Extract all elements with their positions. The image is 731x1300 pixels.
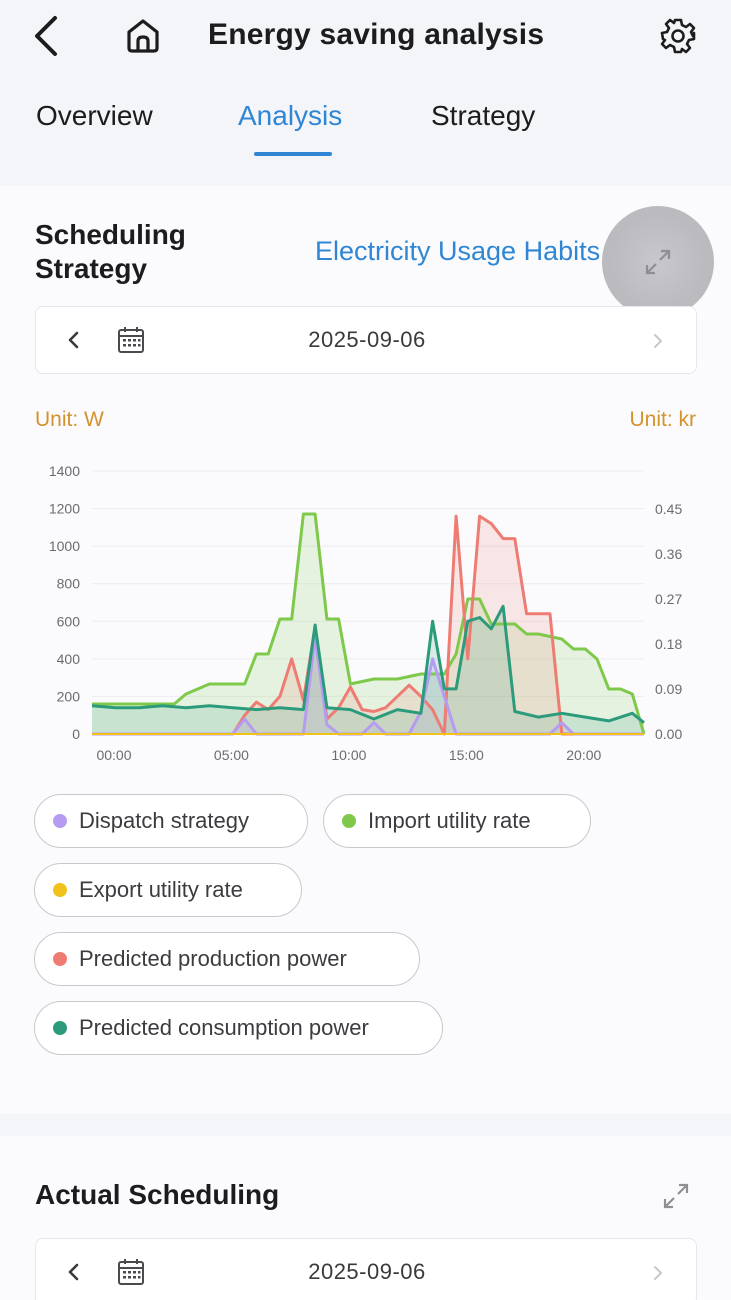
chevron-left-icon [35,16,57,56]
electricity-usage-habits-link[interactable]: Electricity Usage Habits [315,236,600,267]
active-tab-indicator [254,152,332,156]
gear-icon [660,18,696,54]
y-left-tick-label: 600 [57,613,81,629]
unit-left-label: Unit: W [35,408,104,431]
y-right-tick-label: 0.45 [655,501,682,517]
expand-icon [663,1183,689,1209]
date-picker: 2025-09-06 [35,306,697,374]
y-left-tick-label: 200 [57,688,81,704]
y-right-tick-label: 0.36 [655,546,682,562]
y-left-tick-label: 1000 [49,538,80,554]
section-title-line1: Scheduling [35,219,186,250]
x-tick-label: 05:00 [214,747,249,763]
legend-label: Import utility rate [368,808,531,833]
scheduling-strategy-title: Scheduling Strategy [35,218,186,286]
legend-dispatch-strategy[interactable]: Dispatch strategy [34,794,308,848]
x-tick-label: 15:00 [449,747,484,763]
legend-dot [53,814,67,828]
tab-bar: Overview Analysis Strategy [0,86,731,166]
home-button[interactable] [118,12,168,60]
y-right-tick-label: 0.27 [655,591,682,607]
legend-dot [53,952,67,966]
legend-export-utility-rate[interactable]: Export utility rate [34,863,302,917]
y-left-tick-label: 1200 [49,501,80,517]
section-title-line2: Strategy [35,253,148,284]
legend-import-utility-rate[interactable]: Import utility rate [323,794,591,848]
y-right-tick-label: 0.09 [655,681,682,697]
scheduling-strategy-chart: 0 200 400 600 800 1000 1200 1400 0.00 0.09 0.18 0.2… [49,463,683,763]
top-bar: Energy saving analysis [0,0,731,74]
legend-dot [53,883,67,897]
expand-button[interactable] [602,206,714,318]
actual-scheduling-date-picker: 2025-09-06 [35,1238,697,1300]
next-date-button[interactable] [646,1257,670,1289]
legend-label: Dispatch strategy [79,808,249,833]
y-right-tick-label: 0.18 [655,636,682,652]
legend-label: Export utility rate [79,877,243,902]
next-date-button[interactable] [646,325,670,357]
x-tick-label: 00:00 [96,747,131,763]
y-left-tick-label: 400 [57,651,81,667]
legend-dot [342,814,356,828]
unit-right-label: Unit: kr [629,408,696,431]
actual-scheduling-title: Actual Scheduling [35,1179,280,1210]
back-button[interactable] [22,12,70,60]
legend-label: Predicted consumption power [79,1015,369,1040]
tab-strategy[interactable]: Strategy [431,100,535,132]
chevron-right-icon [654,1266,662,1280]
legend-predicted-consumption-power[interactable]: Predicted consumption power [34,1001,443,1055]
legend-label: Predicted production power [79,946,347,971]
selected-date: 2025-09-06 [308,1259,426,1284]
actual-scheduling-expand-button[interactable] [656,1176,696,1216]
x-tick-label: 10:00 [331,747,366,763]
y-left-tick-label: 800 [57,576,81,592]
y-left-tick-label: 0 [72,726,80,742]
expand-icon [645,249,671,275]
series-area-import-utility-rate [92,514,644,734]
page-title: Energy saving analysis [208,18,545,51]
selected-date: 2025-09-06 [308,327,426,352]
y-left-tick-label: 1400 [49,463,80,479]
chevron-right-icon [654,334,662,348]
legend-predicted-production-power[interactable]: Predicted production power [34,932,420,986]
home-icon [127,19,159,53]
settings-button[interactable] [652,10,704,62]
tab-analysis[interactable]: Analysis [238,100,342,132]
tab-overview[interactable]: Overview [36,100,153,132]
x-tick-label: 20:00 [566,747,601,763]
y-right-tick-label: 0.00 [655,726,682,742]
legend-dot [53,1021,67,1035]
